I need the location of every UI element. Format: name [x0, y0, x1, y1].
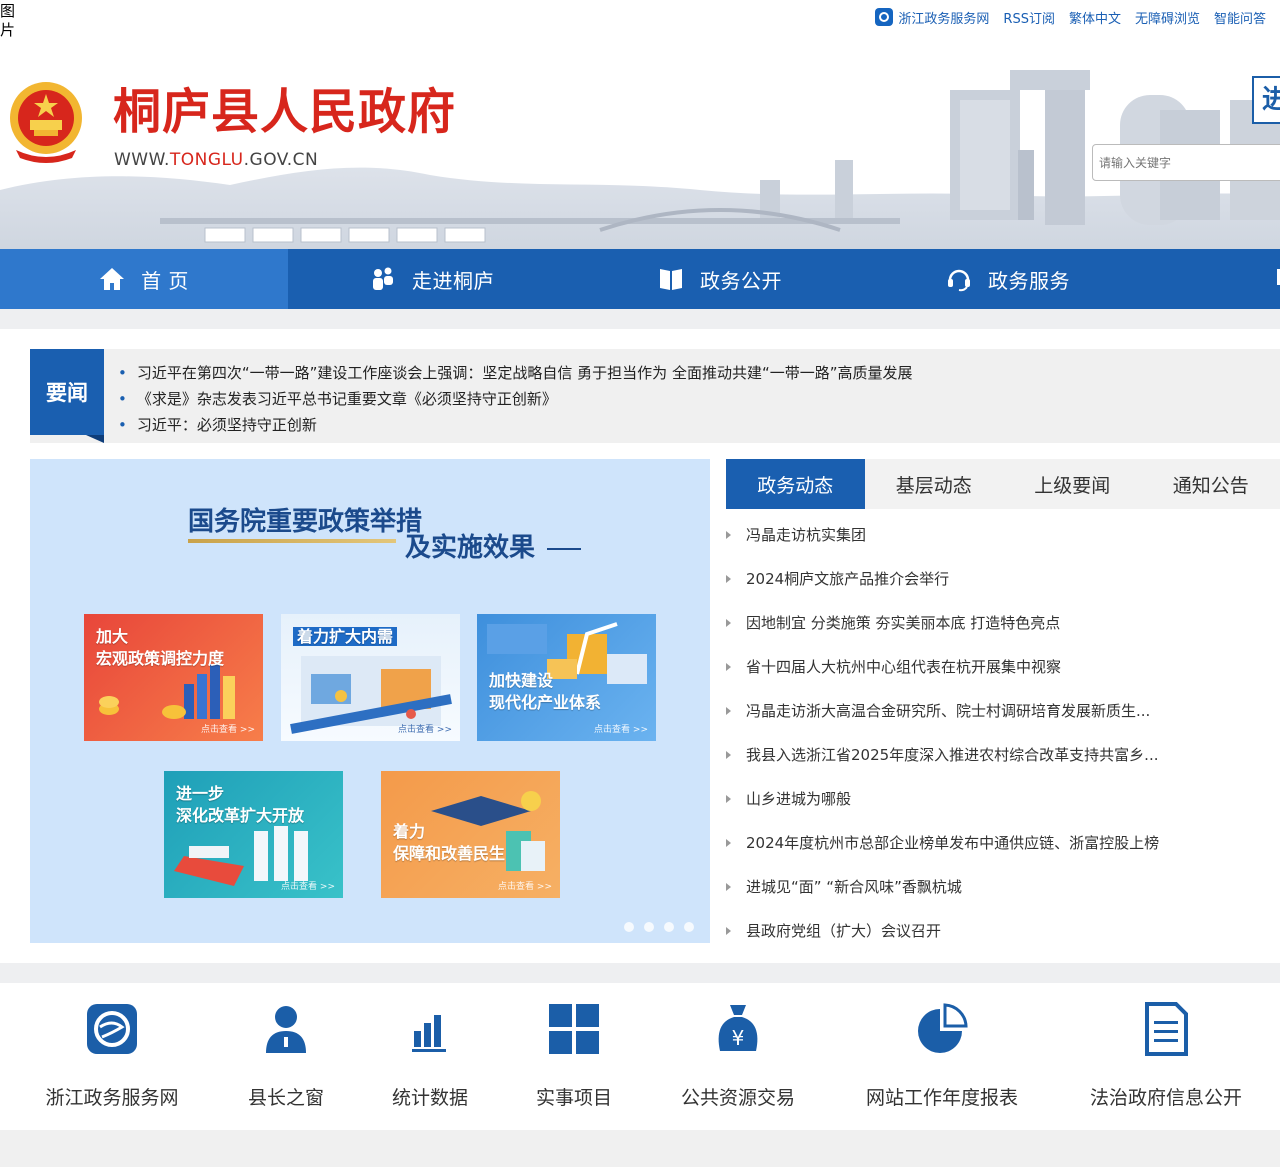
policy-tile-industry[interactable]: 加快建设 现代化产业体系 点击查看 >>: [477, 614, 656, 741]
search-box: [1092, 144, 1280, 181]
news-tabs: 政务动态 基层动态 上级要闻 通知公告: [726, 459, 1280, 509]
news-item[interactable]: 县政府党组（扩大）会议召开: [726, 909, 1280, 953]
nav-item-label: 政务公开: [700, 268, 782, 293]
money-bag-icon: ¥: [718, 1005, 758, 1051]
headline-tag: 要闻: [30, 349, 104, 443]
headline-item[interactable]: 习近平在第四次“一带一路”建设工作座谈会上强调：坚定战略自信 勇于担当作为 全面…: [118, 360, 913, 386]
quick-link-statistics[interactable]: 统计数据: [370, 983, 490, 1130]
grid-icon: [549, 1004, 599, 1054]
news-item[interactable]: 我县入选浙江省2025年度深入推进农村综合改革支持共富乡...: [726, 733, 1280, 777]
tab-gov-news[interactable]: 政务动态: [726, 459, 865, 509]
headset-icon: [948, 269, 970, 292]
policy-tile-reform-opening[interactable]: 进一步 深化改革扩大开放 点击查看 >>: [164, 771, 343, 898]
pie-chart-icon: [918, 1003, 968, 1053]
headline-item[interactable]: 习近平：必须坚持守正创新: [118, 412, 913, 438]
carousel-title-underline: [188, 539, 396, 543]
search-input[interactable]: [1093, 145, 1273, 180]
zhejiang-service-icon: [87, 1004, 137, 1054]
nav-item-home[interactable]: 首 页: [0, 249, 288, 309]
quick-link-public-resources[interactable]: ¥ 公共资源交易: [668, 983, 808, 1130]
headline-news-bar: 要闻 习近平在第四次“一带一路”建设工作座谈会上强调：坚定战略自信 勇于担当作为…: [30, 349, 1280, 443]
quick-link-magistrate-window[interactable]: 县长之窗: [226, 983, 346, 1130]
news-list: 冯晶走访杭实集团 2024桐庐文旅产品推介会举行 因地制宜 分类施策 夯实美丽本…: [726, 513, 1280, 953]
tab-grassroots-news[interactable]: 基层动态: [865, 459, 1004, 509]
news-item[interactable]: 2024年度杭州市总部企业榜单发布中通供应链、浙富控股上榜: [726, 821, 1280, 865]
carousel-title: 国务院重要政策举措: [188, 507, 423, 537]
carousel-dot[interactable]: [644, 922, 654, 932]
topbar-link-label: 浙江政务服务网: [898, 11, 990, 27]
zhejiang-service-icon: [875, 8, 894, 26]
topbar-link-traditional-chinese[interactable]: 繁体中文: [1069, 8, 1121, 27]
broken-image-placeholder: 图片: [0, 2, 16, 39]
headline-list: 习近平在第四次“一带一路”建设工作座谈会上强调：坚定战略自信 勇于担当作为 全面…: [118, 360, 913, 438]
carousel-subtitle: 及实施效果: [405, 527, 582, 564]
tab-superior-news[interactable]: 上级要闻: [1003, 459, 1142, 509]
main-nav: 首 页 走进桐庐 政务公开 政务服务: [0, 249, 1280, 309]
quick-link-zhejiang-service[interactable]: 浙江政务服务网: [36, 983, 188, 1130]
carousel-dot[interactable]: [664, 922, 674, 932]
section-divider: [0, 963, 1280, 983]
site-url: WWW.TONGLU.GOV.CN: [114, 150, 319, 170]
document-icon: [1145, 1002, 1188, 1056]
policy-tile-macro[interactable]: 加大 宏观政策调控力度 点击查看 >>: [84, 614, 263, 741]
person-icon: [266, 1006, 306, 1053]
carousel-dot[interactable]: [624, 922, 634, 932]
news-item[interactable]: 冯晶走访杭实集团: [726, 513, 1280, 557]
nav-item-gov-services[interactable]: 政务服务: [864, 249, 1152, 309]
enter-button[interactable]: 进: [1252, 76, 1280, 124]
tab-notices[interactable]: 通知公告: [1142, 459, 1280, 509]
headline-item[interactable]: 《求是》杂志发表习近平总书记重要文章《必须坚持守正创新》: [118, 386, 913, 412]
quick-link-rule-of-law[interactable]: 法治政府信息公开: [1076, 983, 1256, 1130]
news-item[interactable]: 山乡进城为哪般: [726, 777, 1280, 821]
home-icon: [100, 268, 125, 290]
news-item[interactable]: 进城见“面” “新合风味”香飘杭城: [726, 865, 1280, 909]
policy-tile-domestic-demand[interactable]: 着力扩大内需 点击查看 >>: [281, 614, 460, 741]
topbar-link-accessibility[interactable]: 无障碍浏览: [1135, 8, 1200, 27]
footer-band: [0, 1130, 1280, 1167]
nav-item-label: 走进桐庐: [412, 268, 494, 293]
topbar-link-zhejiang-service[interactable]: 浙江政务服务网: [875, 8, 989, 27]
topbar-link-rss[interactable]: RSS订阅: [1003, 8, 1055, 27]
policy-carousel[interactable]: 国务院重要政策举措 及实施效果 加大 宏观政策调控力度 点击查看 >> 着力扩大内…: [30, 459, 710, 943]
site-title: 桐庐县人民政府: [113, 84, 457, 140]
news-item[interactable]: 省十四届人大杭州中心组代表在杭开展集中视察: [726, 645, 1280, 689]
quick-link-annual-report[interactable]: 网站工作年度报表: [852, 983, 1032, 1130]
svg-text:¥: ¥: [732, 1026, 745, 1050]
news-item[interactable]: 冯晶走访浙大高温合金研究所、院士村调研培育发展新质生...: [726, 689, 1280, 733]
section-divider: [0, 309, 1280, 329]
nav-item-about-tonglu[interactable]: 走进桐庐: [288, 249, 576, 309]
site-header: 桐庐县人民政府 WWW.TONGLU.GOV.CN 进: [0, 40, 1280, 249]
news-item[interactable]: 因地制宜 分类施策 夯实美丽本底 打造特色亮点: [726, 601, 1280, 645]
quick-links: 浙江政务服务网 县长之窗 统计数据 实事项目 ¥ 公共资源交易 网站工作年度报表…: [0, 983, 1280, 1130]
message-icon: [1277, 269, 1280, 290]
top-utility-bar: 浙江政务服务网 RSS订阅 繁体中文 无障碍浏览 智能问答: [875, 7, 1280, 27]
national-emblem-icon: [10, 82, 82, 163]
policy-tile-livelihood[interactable]: 着力 保障和改善民生 点击查看 >>: [381, 771, 560, 898]
bar-chart-icon: [412, 1015, 446, 1052]
carousel-dot[interactable]: [684, 922, 694, 932]
nav-item-gov-affairs-open[interactable]: 政务公开: [576, 249, 864, 309]
carousel-pagination: [624, 922, 704, 932]
nav-item-label: 政务服务: [988, 268, 1070, 293]
book-icon: [660, 269, 682, 290]
quick-link-practical-projects[interactable]: 实事项目: [514, 983, 634, 1130]
topbar-link-smart-qa[interactable]: 智能问答: [1214, 8, 1266, 27]
nav-item-label: 首 页: [141, 268, 189, 293]
news-item[interactable]: 2024桐庐文旅产品推介会举行: [726, 557, 1280, 601]
nav-item-interaction[interactable]: [1152, 249, 1280, 309]
people-icon: [373, 267, 393, 290]
city-skyline-illustration: [0, 70, 1280, 249]
